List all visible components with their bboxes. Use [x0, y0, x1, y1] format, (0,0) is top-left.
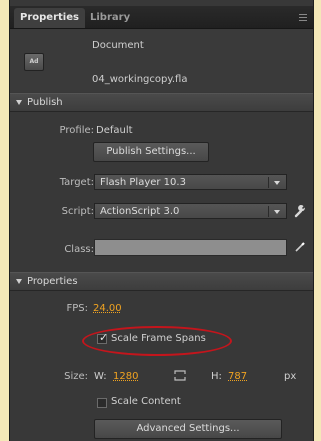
script-label: Script:	[61, 206, 94, 217]
target-dropdown[interactable]: Flash Player 10.3	[94, 174, 287, 190]
document-info: Ad Document 04_workingcopy.fla	[10, 29, 313, 92]
properties-header-label: Properties	[27, 276, 78, 287]
class-label: Class:	[64, 244, 94, 255]
unit-label: px	[284, 371, 297, 382]
tab-library[interactable]: Library	[84, 8, 136, 28]
height-value[interactable]: 787	[228, 371, 247, 382]
panel-tab-bar: Properties Library	[10, 6, 313, 29]
size-label: Size:	[64, 371, 88, 382]
fps-value[interactable]: 24.00	[93, 303, 122, 314]
height-label: H:	[211, 371, 222, 382]
document-file-name: 04_workingcopy.fla	[92, 74, 188, 85]
advanced-settings-button[interactable]: Advanced Settings...	[94, 419, 282, 439]
link-proportions-icon[interactable]	[173, 369, 187, 382]
width-label: W:	[94, 371, 107, 382]
class-input[interactable]	[94, 239, 287, 256]
wrench-icon[interactable]	[293, 204, 307, 218]
tab-properties[interactable]: Properties	[14, 8, 85, 28]
chevron-down-icon	[274, 210, 280, 214]
collapse-triangle-icon	[16, 278, 22, 284]
scale-content-label: Scale Content	[111, 396, 181, 407]
scale-content-checkbox[interactable]	[97, 398, 107, 408]
publish-settings-button[interactable]: Publish Settings...	[93, 142, 209, 162]
panel-menu-icon[interactable]	[299, 14, 307, 21]
publish-section-header[interactable]: Publish	[10, 93, 313, 112]
highlight-ellipse	[82, 326, 232, 356]
document-type-label: Document	[92, 40, 144, 51]
profile-label: Profile:	[59, 125, 94, 136]
script-dropdown[interactable]: ActionScript 3.0	[94, 203, 287, 219]
properties-panel: Properties Library Ad Document 04_workin…	[9, 0, 314, 441]
properties-section-header[interactable]: Properties	[10, 272, 313, 291]
publish-header-label: Publish	[27, 97, 63, 108]
collapse-triangle-icon	[16, 99, 22, 105]
profile-value: Default	[96, 125, 133, 136]
chevron-down-icon	[274, 181, 280, 185]
script-dropdown-value: ActionScript 3.0	[100, 206, 180, 217]
document-icon: Ad	[24, 53, 44, 71]
target-dropdown-value: Flash Player 10.3	[100, 177, 186, 188]
target-label: Target:	[59, 177, 94, 188]
width-value[interactable]: 1280	[113, 371, 138, 382]
fps-label: FPS:	[66, 303, 89, 314]
pencil-icon[interactable]	[294, 241, 306, 253]
